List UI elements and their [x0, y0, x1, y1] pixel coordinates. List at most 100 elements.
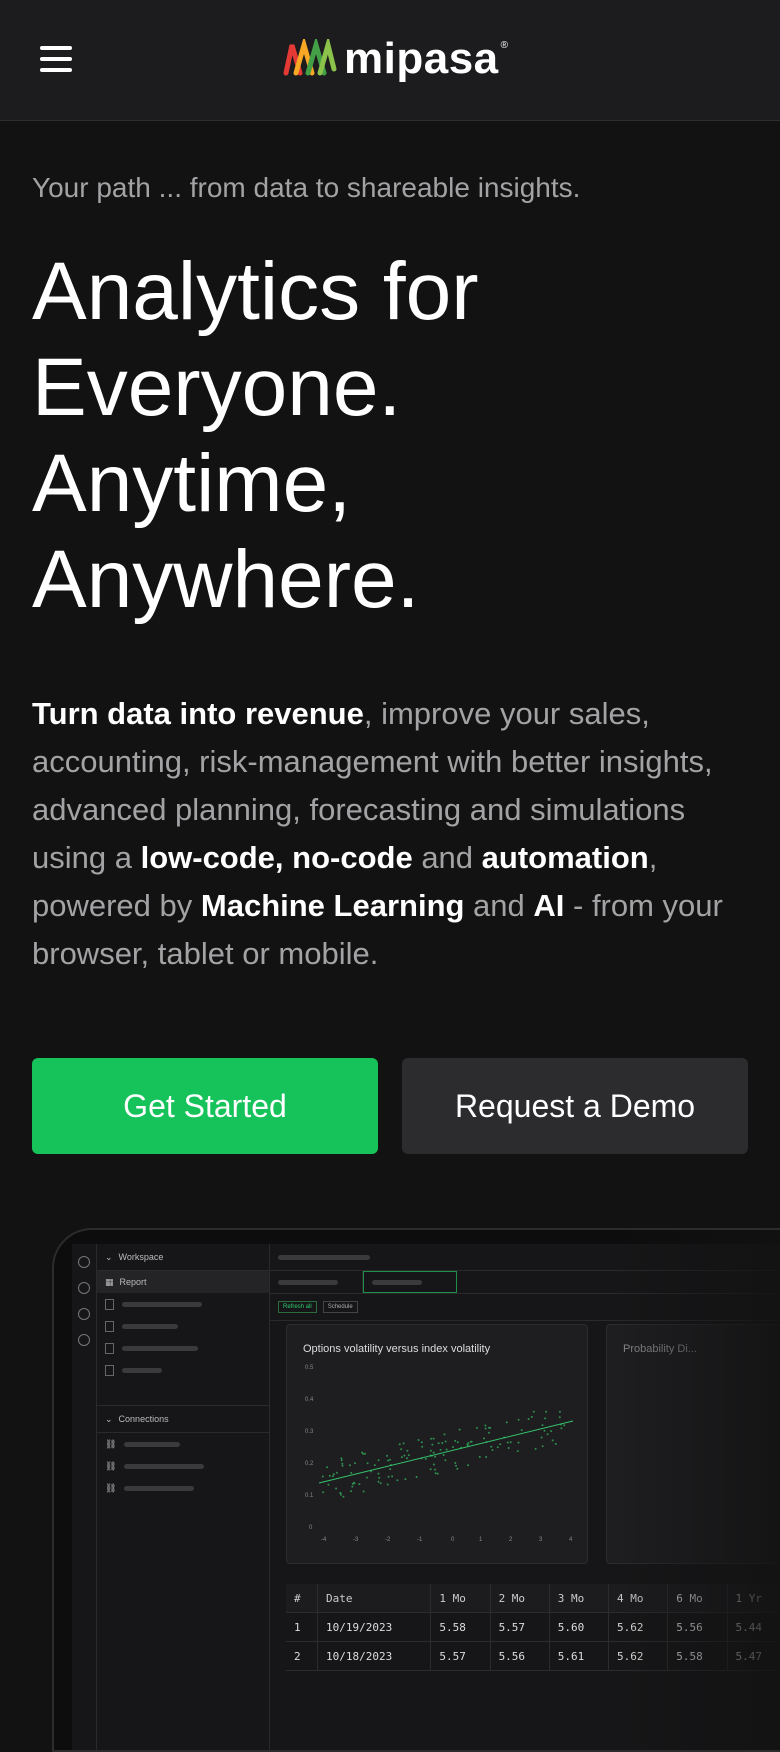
database-icon [78, 1282, 90, 1294]
scatter-point [478, 1455, 481, 1458]
scatter-point [407, 1454, 410, 1457]
table-header-cell: 3 Mo [549, 1584, 610, 1613]
chevron-down-icon: ⌄ [105, 1251, 113, 1262]
scatter-point [400, 1456, 403, 1459]
mockup-main-top [270, 1244, 780, 1271]
scatter-point [505, 1421, 508, 1424]
scatter-point [406, 1449, 409, 1452]
scatter-point [543, 1429, 546, 1432]
scatter-point [396, 1479, 399, 1482]
scatter-point [402, 1442, 405, 1445]
file-row [97, 1315, 269, 1337]
svg-text:0.1: 0.1 [305, 1493, 314, 1499]
scatter-point [366, 1476, 368, 1479]
chart-title: Options volatility versus index volatili… [303, 1343, 491, 1355]
grid-icon: ▦ [105, 1276, 114, 1287]
svg-text:-2: -2 [385, 1537, 391, 1543]
scatter-point [386, 1483, 389, 1486]
table-cell: 5.61 [549, 1641, 610, 1671]
desc-text: and [412, 840, 482, 875]
top-navbar: mipasa ® [0, 0, 780, 121]
brand-name: mipasa [344, 34, 499, 83]
table-cell: 10/19/2023 [317, 1612, 432, 1642]
scatter-point [350, 1471, 353, 1474]
scatter-point [488, 1431, 490, 1434]
link-icon: ⛓ [105, 1438, 117, 1449]
svg-text:-3: -3 [353, 1537, 359, 1543]
scatter-point [387, 1459, 389, 1462]
scatter-point [389, 1458, 391, 1461]
chart-card: Options volatility versus index volatili… [286, 1324, 588, 1564]
scatter-point [391, 1475, 394, 1478]
scatter-point [424, 1457, 427, 1460]
mockup-tab-active [363, 1271, 457, 1293]
scatter-point [445, 1448, 448, 1451]
scatter-point [550, 1430, 553, 1433]
report-label: Report [119, 1277, 147, 1287]
table-cell: 5.58 [667, 1641, 728, 1671]
scatter-point [366, 1462, 369, 1465]
table-cell: 2 [286, 1641, 318, 1671]
scatter-point [483, 1437, 486, 1440]
scatter-point [484, 1427, 487, 1430]
scatter-point [328, 1474, 331, 1477]
hero-description: Turn data into revenue, improve your sal… [32, 690, 752, 978]
scatter-point [499, 1443, 502, 1446]
table-cell: 5.58 [430, 1612, 491, 1642]
scatter-point [432, 1463, 435, 1466]
scatter-point [434, 1455, 437, 1458]
table-header-cell: Date [317, 1584, 432, 1613]
scatter-point [509, 1441, 512, 1444]
scatter-point [350, 1490, 353, 1493]
scatter-point [517, 1418, 520, 1421]
scatter-point [336, 1471, 338, 1474]
desc-bold: AI [533, 888, 565, 923]
table-cell: 5.62 [608, 1641, 669, 1671]
scatter-point [456, 1467, 459, 1470]
scatter-point [322, 1491, 325, 1494]
scatter-point [420, 1441, 423, 1444]
link-icon: ⛓ [105, 1482, 117, 1493]
scatter-point [417, 1439, 420, 1441]
request-demo-button[interactable]: Request a Demo [402, 1058, 748, 1154]
scatter-point [430, 1437, 433, 1440]
mockup-sidebar: ⌄ Workspace ▦ Report ⌄ Connections ⛓ ⛓ ⛓ [97, 1244, 270, 1750]
scatter-point [517, 1441, 520, 1444]
get-started-button[interactable]: Get Started [32, 1058, 378, 1154]
scatter-point [378, 1476, 381, 1479]
scatter-point [340, 1459, 343, 1462]
scatter-point [362, 1490, 365, 1493]
scatter-point [348, 1464, 351, 1467]
svg-text:-4: -4 [321, 1537, 327, 1543]
table-cell: 1 [286, 1612, 318, 1642]
scatter-point [379, 1482, 382, 1485]
scatter-point [469, 1440, 472, 1443]
scatter-point [421, 1445, 424, 1448]
brand-logo[interactable]: mipasa ® [282, 34, 508, 84]
table-cell: 5.56 [490, 1641, 550, 1671]
svg-text:2: 2 [509, 1537, 513, 1543]
scatter-point [485, 1456, 488, 1458]
file-icon [105, 1364, 114, 1376]
headline-line: Analytics for [32, 246, 479, 337]
scatter-point [377, 1480, 380, 1483]
workspace-label: Workspace [118, 1252, 164, 1262]
schedule-button: Schedule [322, 1301, 358, 1313]
scatter-point [351, 1485, 354, 1488]
scatter-point [455, 1464, 457, 1467]
hero-headline: Analytics for Everyone. Anytime, Anywher… [32, 244, 752, 628]
scatter-point [415, 1476, 418, 1478]
menu-icon[interactable] [40, 46, 72, 72]
table-cell: 5.60 [549, 1612, 610, 1642]
file-icon [105, 1342, 114, 1354]
connections-label: Connections [118, 1414, 169, 1424]
scatter-point [532, 1410, 535, 1413]
scatter-point [554, 1443, 557, 1445]
scatter-point [439, 1448, 442, 1451]
file-row [97, 1293, 269, 1315]
scatter-point [358, 1483, 361, 1486]
scatter-point [332, 1473, 335, 1476]
scatter-point [353, 1481, 355, 1484]
table-header-cell: 1 Yr [727, 1584, 780, 1613]
scatter-point [507, 1447, 510, 1449]
